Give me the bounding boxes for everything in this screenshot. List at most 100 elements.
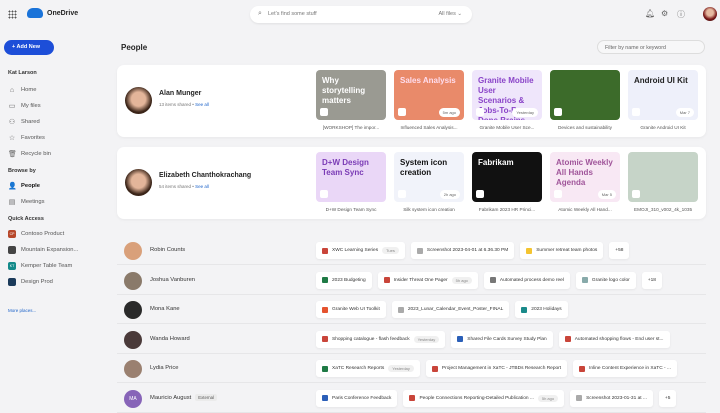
site-icon: KT [8, 262, 16, 270]
see-all-link[interactable]: See all [195, 184, 209, 189]
add-new-button[interactable]: + Add New [4, 40, 54, 55]
file-chip[interactable]: XaTC Research Reports Yesterday [316, 360, 420, 377]
file-type-icon [554, 108, 562, 116]
more-files-button[interactable]: +18 [641, 271, 662, 289]
person-name-cell[interactable]: Mauricio August External [150, 393, 218, 401]
person-name[interactable]: Elizabeth Chanthokrachang [159, 172, 251, 179]
search-scope-dropdown[interactable]: All files ⌄ [438, 11, 462, 17]
file-thumbnail[interactable] [628, 152, 698, 202]
person-name-cell[interactable]: Robin Counts [150, 247, 185, 253]
file-chip[interactable]: Project Management in XaTC - JTBDs Resea… [425, 360, 568, 377]
quick-access-item[interactable]: Mountain Expansion... [0, 242, 110, 258]
sidebar-item-home[interactable]: ⌂ Home [0, 82, 110, 98]
person-name-cell[interactable]: Lydia Price [150, 365, 178, 371]
file-thumbnail[interactable]: Fabrikam [472, 152, 542, 202]
file-chip[interactable]: Summer retreat team photos [520, 242, 604, 259]
file-chip[interactable]: 2023 Budgeting [316, 271, 372, 289]
quick-access-item[interactable]: KT Kemper Table Team [0, 258, 110, 274]
sidebar-item-meetings[interactable]: ▤ Meetings [0, 194, 110, 210]
file-thumbnail[interactable]: Atomic Weekly All Hands Agenda Mar 5 [550, 152, 620, 202]
file-caption[interactable]: Devices and sustainability [550, 125, 620, 130]
activity-badge: 2h ago [439, 190, 460, 199]
file-chip[interactable]: 2023_Lunar_Calendar_Event_Poster_FINAL [391, 301, 510, 318]
file-caption[interactable]: Fabrikam 2023 HR Princi... [472, 207, 542, 212]
file-caption[interactable]: EMOJI_310_v002_4k_1035 [628, 207, 698, 212]
sidebar-item-people[interactable]: 👤 People [0, 178, 110, 194]
search-input[interactable]: Let's find some stuff [268, 11, 317, 17]
file-chip[interactable]: 2023 Holidays [515, 301, 568, 318]
file-caption[interactable]: D+W Design Team Sync [316, 207, 386, 212]
file-chip[interactable]: Paris Conference Feedback [316, 389, 398, 407]
file-type-icon [526, 247, 533, 254]
file-chip[interactable]: Insider Threat One Pager 5h ago [377, 271, 478, 289]
file-type-icon [398, 190, 406, 198]
quick-access-item[interactable]: Design Prod [0, 274, 110, 290]
file-thumbnail[interactable]: D+W Design Team Sync [316, 152, 386, 202]
filter-input[interactable]: Filter by name or keyword [597, 40, 705, 54]
file-chip[interactable]: Screenshot 2023-01-31 at ... [570, 389, 653, 407]
file-chip[interactable]: Shopping catalogue - flash feedback Yeste… [316, 330, 446, 348]
person-name: Robin Counts [150, 247, 186, 253]
file-type-icon [320, 190, 328, 198]
file-name: Summer retreat team photos [536, 248, 598, 253]
person-avatar[interactable] [124, 301, 142, 319]
file-caption[interactable]: Influenced Sales Analysis... [394, 125, 464, 130]
person-avatar[interactable] [124, 330, 142, 349]
file-chip[interactable]: Granite Web UI Toolkit [316, 301, 386, 318]
quick-access-label: Kemper Table Team [21, 263, 73, 269]
sidebar-item-my-files[interactable]: ▭ My files [0, 98, 110, 114]
file-caption[interactable]: Granite Mobile User Sce... [472, 125, 542, 130]
file-thumbnail[interactable]: Sales Analysis 5m ago [394, 70, 464, 120]
file-caption[interactable]: Atomic Weekly All Hand... [550, 207, 620, 212]
person-name-cell[interactable]: Mona Kane [150, 306, 180, 312]
person-name-cell[interactable]: Joshua Vanburen [150, 277, 195, 283]
file-chip[interactable]: Shared File Cards Survey Study Plan [451, 330, 553, 348]
avatar[interactable] [703, 7, 717, 21]
file-name: Screenshot 2023-04-01 at 6.36.30 PM [426, 248, 509, 253]
person-avatar[interactable]: MA [124, 389, 142, 408]
see-all-link[interactable]: See all [195, 102, 209, 107]
activity-badge: 5m ago [438, 108, 460, 117]
gear-icon[interactable]: ⚙ [661, 9, 668, 18]
file-type-icon [476, 108, 484, 116]
file-thumbnail[interactable] [550, 70, 620, 120]
more-places-link[interactable]: More places... [8, 308, 36, 313]
sidebar-item-shared[interactable]: ⚇ Shared [0, 114, 110, 130]
file-name: Granite Web UI Toolkit [332, 307, 380, 312]
file-thumbnail[interactable]: System icon creation 2h ago [394, 152, 464, 202]
file-chip[interactable]: People Connections Reporting-Detailed Pu… [403, 389, 565, 407]
help-icon[interactable]: ⓘ [677, 9, 685, 20]
more-files-button[interactable]: +5 [658, 389, 677, 407]
activity-badge: 5h ago [451, 276, 472, 284]
file-chip[interactable]: Inline Content Experience in XaTC - ... [573, 360, 677, 377]
file-chip[interactable]: Automated process demo reel [483, 271, 570, 289]
file-chip[interactable]: Automated shopping flows - End user st..… [558, 330, 670, 348]
file-chip[interactable]: Granite logo color [575, 271, 636, 289]
person-avatar[interactable] [124, 242, 142, 260]
file-thumbnail[interactable]: Why storytelling matters [316, 70, 386, 120]
sidebar-item-recycle-bin[interactable]: 🗑 Recycle bin [0, 146, 110, 162]
person-avatar[interactable] [124, 360, 142, 378]
person-avatar[interactable] [125, 87, 152, 114]
file-caption[interactable]: Granite Android UI Kit [628, 125, 698, 130]
shared-files: Shopping catalogue - flash feedback Yeste… [316, 330, 670, 348]
file-thumbnail[interactable]: Android UI Kit Mar 7 [628, 70, 698, 120]
file-chip[interactable]: Screenshot 2023-04-01 at 6.36.30 PM [410, 242, 515, 259]
sidebar-item-favorites[interactable]: ☆ Favorites [0, 130, 110, 146]
app-launcher-icon[interactable] [8, 10, 17, 19]
file-caption[interactable]: Silk system icon creation [394, 207, 464, 212]
search-box[interactable]: ⌕ Let's find some stuff All files ⌄ [250, 6, 472, 23]
file-chip[interactable]: XWC Learning Series Tues [316, 242, 405, 259]
person-name-cell[interactable]: Wanda Howard [150, 336, 190, 342]
file-caption[interactable]: [WORKSHOP] The impor... [316, 125, 386, 130]
items-shared-count: 13 items shared [159, 102, 192, 107]
app-name: OneDrive [47, 10, 79, 17]
quick-access-item[interactable]: CP Contoso Product [0, 226, 110, 242]
file-type-icon [476, 190, 484, 198]
file-thumbnail[interactable]: Granite Mobile User Scenarios & Jobs-To-… [472, 70, 542, 120]
person-avatar[interactable] [125, 169, 152, 196]
person-avatar[interactable] [124, 271, 142, 290]
bell-icon[interactable]: 🔔︎ [645, 9, 655, 18]
more-files-button[interactable]: +58 [609, 242, 630, 259]
person-name[interactable]: Alan Munger [159, 90, 201, 97]
